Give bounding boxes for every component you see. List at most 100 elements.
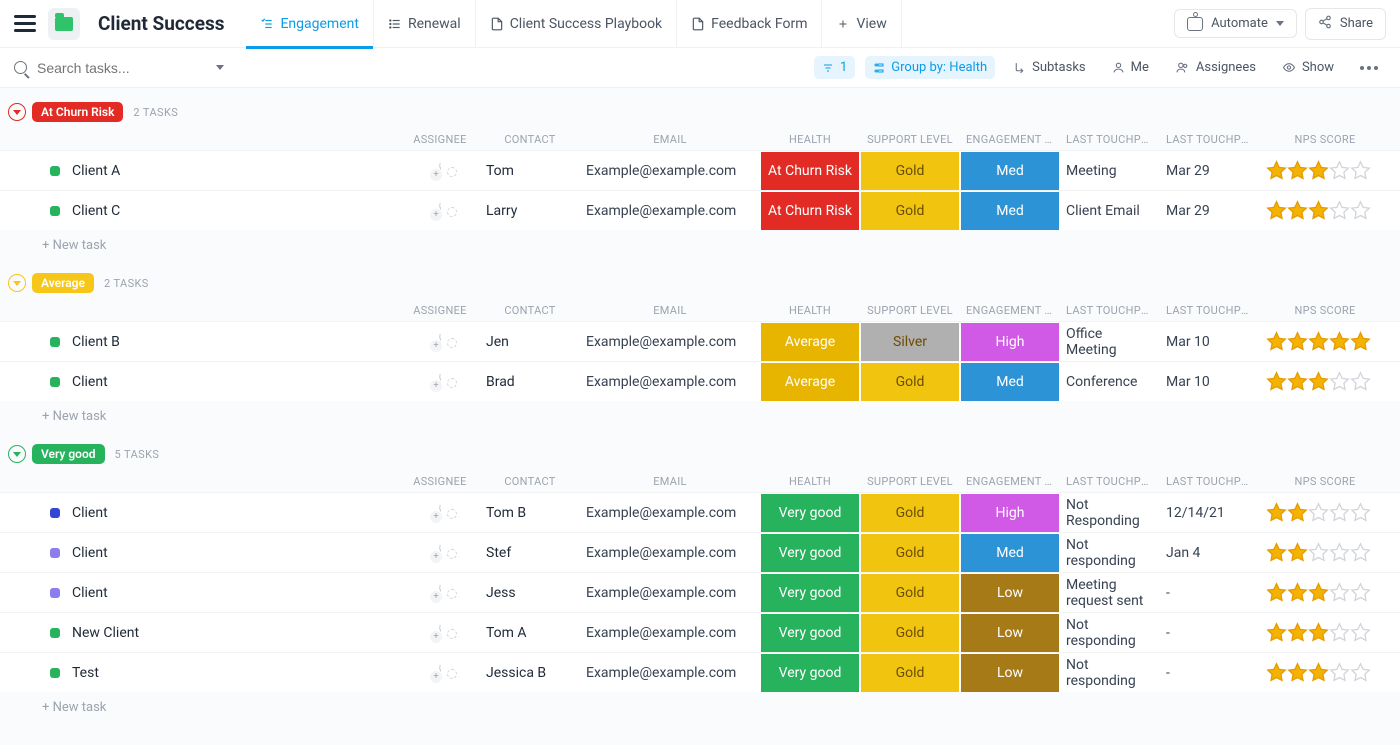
collapse-toggle[interactable] <box>8 445 26 463</box>
tab-client-success-playbook[interactable]: Client Success Playbook <box>476 0 677 48</box>
assignee-avatar[interactable] <box>439 333 441 351</box>
task-row[interactable]: ClientJessExample@example.comVery goodGo… <box>0 572 1400 612</box>
automate-button[interactable]: Automate <box>1174 9 1297 38</box>
new-task-button[interactable]: + New task <box>0 401 1400 426</box>
task-name: Client <box>72 545 108 561</box>
health-cell[interactable]: Average <box>760 363 860 401</box>
col-health: HEALTH <box>760 133 860 146</box>
assignee-avatar[interactable] <box>439 373 441 391</box>
health-cell[interactable]: Average <box>760 323 860 361</box>
nps-stars[interactable] <box>1260 582 1390 603</box>
health-cell[interactable]: Very good <box>760 614 860 652</box>
engagement-cell[interactable]: Med <box>960 152 1060 190</box>
folder-chip[interactable] <box>48 8 80 40</box>
nps-stars[interactable] <box>1260 502 1390 523</box>
share-button[interactable]: Share <box>1305 8 1386 40</box>
assignee-avatar[interactable] <box>439 664 441 682</box>
tab-renewal[interactable]: Renewal <box>374 0 476 48</box>
column-headers: ASSIGNEECONTACTEMAILHEALTHSUPPORT LEVELE… <box>0 470 1400 492</box>
robot-icon <box>1187 17 1203 31</box>
task-row[interactable]: ClientStefExample@example.comVery goodGo… <box>0 532 1400 572</box>
assignees-pill[interactable]: Assignees <box>1167 56 1264 79</box>
search-input[interactable] <box>35 59 175 77</box>
engagement-cell[interactable]: Med <box>960 363 1060 401</box>
menu-icon[interactable] <box>14 15 36 32</box>
assignee-avatar[interactable] <box>439 504 441 522</box>
col-email: EMAIL <box>580 304 760 317</box>
nps-stars[interactable] <box>1260 371 1390 392</box>
subtasks-pill[interactable]: Subtasks <box>1005 56 1094 79</box>
health-cell[interactable]: Very good <box>760 494 860 532</box>
collapse-toggle[interactable] <box>8 103 26 121</box>
assignee-avatar[interactable] <box>439 624 441 642</box>
task-row[interactable]: Client BJenExample@example.comAverageSil… <box>0 321 1400 361</box>
task-row[interactable]: ClientTom BExample@example.comVery goodG… <box>0 492 1400 532</box>
task-row[interactable]: New ClientTom AExample@example.comVery g… <box>0 612 1400 652</box>
support-cell[interactable]: Gold <box>860 654 960 692</box>
nps-stars[interactable] <box>1260 622 1390 643</box>
touchpoint-type: Conference <box>1060 374 1160 390</box>
support-cell[interactable]: Silver <box>860 323 960 361</box>
task-row[interactable]: ClientBradExample@example.comAverageGold… <box>0 361 1400 401</box>
tab-view[interactable]: View <box>822 0 901 48</box>
task-row[interactable]: Client ATomExample@example.comAt Churn R… <box>0 150 1400 190</box>
email-cell: Example@example.com <box>580 334 760 350</box>
assignee-avatar[interactable] <box>439 544 441 562</box>
health-cell[interactable]: Very good <box>760 534 860 572</box>
col-nps: NPS SCORE <box>1260 133 1390 146</box>
health-cell[interactable]: Very good <box>760 574 860 612</box>
engagement-cell[interactable]: Low <box>960 654 1060 692</box>
collapse-toggle[interactable] <box>8 274 26 292</box>
group-badge[interactable]: At Churn Risk <box>32 102 123 122</box>
group-very-good: Very good5 TASKSASSIGNEECONTACTEMAILHEAL… <box>0 444 1400 717</box>
tab-engagement[interactable]: Engagement <box>246 0 373 48</box>
show-pill[interactable]: Show <box>1274 56 1342 79</box>
engagement-cell[interactable]: High <box>960 494 1060 532</box>
chevron-down-icon[interactable] <box>216 65 224 70</box>
nps-stars[interactable] <box>1260 160 1390 181</box>
groupby-pill[interactable]: Group by: Health <box>865 56 995 79</box>
task-row[interactable]: Client CLarryExample@example.comAt Churn… <box>0 190 1400 230</box>
assignee-avatar[interactable] <box>439 202 441 220</box>
health-cell[interactable]: At Churn Risk <box>760 152 860 190</box>
more-menu[interactable] <box>1352 62 1386 74</box>
dots-icon <box>1360 66 1378 70</box>
group-at-churn-risk: At Churn Risk2 TASKSASSIGNEECONTACTEMAIL… <box>0 102 1400 255</box>
tab-feedback-form[interactable]: Feedback Form <box>677 0 822 48</box>
nps-stars[interactable] <box>1260 331 1390 352</box>
star-icon <box>1287 542 1308 563</box>
support-cell[interactable]: Gold <box>860 614 960 652</box>
engagement-cell[interactable]: Med <box>960 192 1060 230</box>
health-cell[interactable]: Very good <box>760 654 860 692</box>
engagement-cell[interactable]: Low <box>960 614 1060 652</box>
support-cell[interactable]: Gold <box>860 534 960 572</box>
search-box[interactable] <box>14 59 224 77</box>
group-badge[interactable]: Very good <box>32 444 105 464</box>
nps-stars[interactable] <box>1260 662 1390 683</box>
chevron-down-icon <box>1276 21 1284 26</box>
support-cell[interactable]: Gold <box>860 152 960 190</box>
touchpoint-date: Mar 29 <box>1160 203 1260 219</box>
assignee-avatar[interactable] <box>439 162 441 180</box>
support-cell[interactable]: Gold <box>860 192 960 230</box>
health-cell[interactable]: At Churn Risk <box>760 192 860 230</box>
support-cell[interactable]: Gold <box>860 494 960 532</box>
engagement-cell[interactable]: High <box>960 323 1060 361</box>
engagement-cell[interactable]: Low <box>960 574 1060 612</box>
group-badge[interactable]: Average <box>32 273 94 293</box>
task-row[interactable]: TestJessica BExample@example.comVery goo… <box>0 652 1400 692</box>
col-support: SUPPORT LEVEL <box>860 304 960 317</box>
support-cell[interactable]: Gold <box>860 574 960 612</box>
support-cell[interactable]: Gold <box>860 363 960 401</box>
email-cell: Example@example.com <box>580 665 760 681</box>
nps-stars[interactable] <box>1260 200 1390 221</box>
filter-pill[interactable]: 1 <box>814 56 855 79</box>
new-task-button[interactable]: + New task <box>0 230 1400 255</box>
engagement-cell[interactable]: Med <box>960 534 1060 572</box>
assignee-avatar[interactable] <box>439 584 441 602</box>
star-icon <box>1287 582 1308 603</box>
person-icon <box>1112 61 1125 74</box>
new-task-button[interactable]: + New task <box>0 692 1400 717</box>
nps-stars[interactable] <box>1260 542 1390 563</box>
me-pill[interactable]: Me <box>1104 56 1157 79</box>
